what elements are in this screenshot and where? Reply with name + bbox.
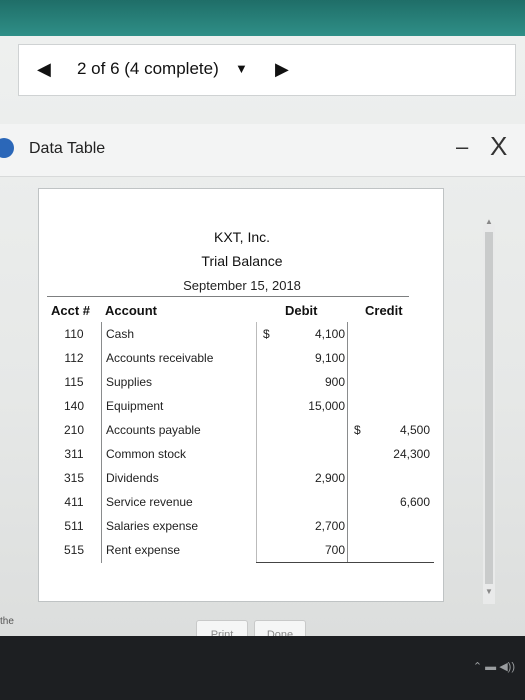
credit-amount: 24,300 (393, 447, 430, 461)
column-header-debit: Debit (285, 303, 318, 318)
acct-number: 110 (64, 327, 84, 341)
debit-symbol (256, 538, 291, 563)
credit-symbol: $ (354, 423, 361, 437)
credit-amount: 4,500 (399, 423, 430, 437)
question-nav-bar: ◀ 2 of 6 (4 complete) ▼ ▶ (18, 44, 516, 96)
debit-amount: 4,100 (291, 322, 348, 346)
table-row: 115 Supplies 900 (47, 370, 434, 394)
dialog-header: Data Table – X (0, 124, 525, 177)
account-name: Cash (101, 322, 257, 346)
acct-number: 515 (63, 543, 85, 558)
credit-symbol (348, 442, 383, 466)
credit-symbol (348, 514, 383, 538)
screen: ◀ 2 of 6 (4 complete) ▼ ▶ Data Table – X… (0, 36, 525, 650)
table-row: 311 Common stock 24,300 (47, 442, 434, 466)
debit-amount: 900 (291, 370, 348, 394)
credit-amount (382, 322, 434, 346)
acct-number: 511 (64, 519, 84, 533)
account-name: Dividends (101, 466, 257, 490)
minimize-button[interactable]: – (456, 134, 468, 160)
scroll-down-icon[interactable]: ▼ (485, 587, 493, 596)
credit-amount (382, 538, 434, 563)
credit-amount (382, 466, 434, 490)
debit-symbol (256, 418, 291, 442)
acct-number: 411 (64, 495, 84, 509)
debit-amount: 2,700 (291, 514, 348, 538)
debit-amount: 15,000 (291, 394, 348, 418)
acct-number: 115 (64, 375, 84, 389)
credit-amount: 6,600 (399, 495, 430, 509)
debit-symbol (256, 442, 291, 466)
credit-symbol (348, 346, 383, 370)
company-name: KXT, Inc. (213, 229, 271, 245)
debit-symbol: $ (256, 322, 291, 346)
debit-amount: 700 (291, 538, 348, 563)
column-header-credit: Credit (365, 303, 403, 318)
acct-number: 311 (64, 447, 84, 461)
side-partial-text: the (0, 616, 14, 627)
question-position: 2 of 6 (4 complete) (77, 59, 219, 78)
debit-amount (291, 490, 348, 514)
info-icon (0, 138, 14, 158)
account-name: Salaries expense (101, 514, 257, 538)
table-row: 110 Cash $ 4,100 (47, 322, 434, 346)
header-divider (47, 296, 409, 297)
credit-amount (382, 394, 434, 418)
table-row: 315 Dividends 2,900 (47, 466, 434, 490)
table-row: 140 Equipment 15,000 (47, 394, 434, 418)
taskbar: ⌃ ▬ ◀)) (0, 636, 525, 700)
credit-amount (382, 370, 434, 394)
tray-icons: ⌃ ▬ ◀)) (472, 661, 515, 673)
debit-symbol (256, 346, 291, 370)
account-name: Rent expense (101, 538, 257, 563)
table-row: 511 Salaries expense 2,700 (47, 514, 434, 538)
account-name: Equipment (101, 394, 257, 418)
debit-amount (291, 418, 348, 442)
debit-symbol (256, 394, 291, 418)
debit-symbol (256, 514, 291, 538)
table-row: 210 Accounts payable $ 4,500 (47, 418, 434, 442)
acct-number: 315 (63, 471, 85, 485)
acct-number: 210 (63, 423, 85, 437)
scroll-up-icon[interactable]: ▲ (485, 217, 493, 226)
column-header-acct: Acct # (51, 303, 91, 318)
acct-number: 112 (64, 351, 84, 365)
credit-symbol (348, 490, 383, 514)
report-title: Trial Balance (201, 253, 283, 269)
credit-symbol (348, 370, 383, 394)
trial-balance-card: KXT, Inc. Trial Balance September 15, 20… (38, 188, 444, 602)
account-name: Service revenue (101, 490, 257, 514)
column-header-account: Account (105, 303, 157, 318)
credit-symbol (348, 394, 383, 418)
report-date: September 15, 2018 (183, 278, 301, 293)
previous-question-button[interactable]: ◀ (37, 59, 51, 80)
debit-symbol (256, 370, 291, 394)
next-question-button[interactable]: ▶ (275, 59, 289, 80)
account-name: Accounts payable (101, 418, 257, 442)
credit-amount (382, 514, 434, 538)
credit-amount (382, 346, 434, 370)
dialog-title: Data Table (29, 140, 106, 157)
close-button[interactable]: X (490, 131, 507, 162)
debit-symbol (256, 466, 291, 490)
top-strip (0, 0, 525, 36)
credit-symbol (348, 466, 383, 490)
credit-symbol (347, 538, 382, 563)
table-row: 112 Accounts receivable 9,100 (47, 346, 434, 370)
trial-balance-table: 110 Cash $ 4,100 112 Accounts receivable… (47, 322, 434, 563)
debit-amount: 9,100 (291, 346, 348, 370)
question-dropdown-icon[interactable]: ▼ (235, 61, 248, 76)
table-row: 411 Service revenue 6,600 (47, 490, 434, 514)
account-name: Common stock (101, 442, 257, 466)
debit-amount: 2,900 (291, 466, 348, 490)
debit-symbol (256, 490, 291, 514)
table-row: 515 Rent expense 700 (47, 538, 434, 563)
acct-number: 140 (63, 399, 85, 413)
account-name: Supplies (101, 370, 257, 394)
debit-amount (291, 442, 348, 466)
account-name: Accounts receivable (101, 346, 257, 370)
scrollbar-thumb[interactable] (485, 232, 493, 584)
credit-symbol (348, 322, 383, 346)
